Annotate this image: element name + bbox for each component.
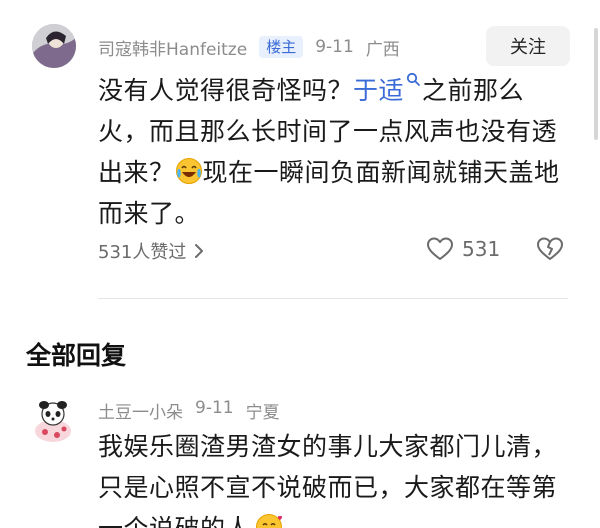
author-badge: 楼主 [259, 36, 304, 58]
post-text-part-1: 没有人觉得很奇怪吗？ [98, 76, 354, 105]
post-text: 没有人觉得很奇怪吗？于适 之前那么火，而且那么长时间了一点风声也没有透出来？ 现在… [98, 70, 568, 234]
reply-text-body: 我娱乐圈渣男渣女的事儿大家都门儿清，只是心照不宣不说破而已，大家都在等第一个说破… [98, 432, 558, 528]
post-location: 广西 [365, 39, 400, 60]
reply-text: 我娱乐圈渣男渣女的事儿大家都门儿清，只是心照不宣不说破而已，大家都在等第一个说破… [98, 426, 568, 528]
author-name[interactable]: 司寇韩非Hanfeitze [98, 35, 247, 60]
avatar[interactable] [32, 24, 76, 68]
smiling-hearts-emoji-icon [256, 514, 283, 528]
dislike-button[interactable] [536, 236, 564, 266]
likers-count: 531人赞过 [98, 242, 187, 263]
reply-meta: 土豆一小朵 9-11 宁夏 [98, 398, 280, 423]
likers-link[interactable]: 531人赞过 [98, 238, 204, 264]
reply-date: 9-11 [195, 398, 234, 418]
mention-name: 于适 [353, 76, 405, 105]
reply-location: 宁夏 [245, 403, 280, 423]
heart-icon [427, 237, 453, 260]
mention-link[interactable]: 于适 [353, 72, 422, 105]
laughing-crying-emoji-icon [175, 158, 202, 184]
like-button[interactable]: 531 [426, 236, 500, 262]
reply-avatar[interactable] [30, 398, 76, 444]
post-meta: 司寇韩非Hanfeitze 楼主 9-11 广西 [98, 35, 400, 60]
chevron-right-icon [195, 244, 204, 258]
like-count: 531 [462, 237, 501, 261]
broken-heart-icon [537, 237, 563, 260]
search-icon [406, 72, 420, 86]
follow-button[interactable]: 关注 [486, 26, 570, 66]
divider [98, 298, 568, 299]
post-date: 9-11 [315, 37, 354, 57]
reply-author[interactable]: 土豆一小朵 [98, 398, 183, 423]
scrollbar[interactable] [594, 28, 598, 140]
section-title: 全部回复 [26, 341, 127, 370]
